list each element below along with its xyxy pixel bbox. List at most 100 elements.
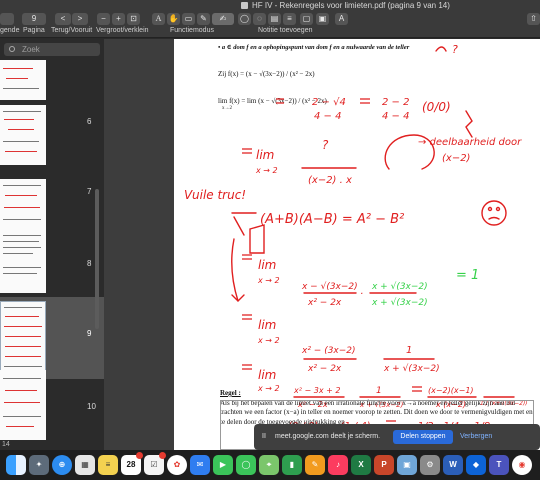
ink-eq-2 [360, 98, 370, 104]
nav-label: Terug/Vooruit [51, 27, 93, 34]
excel-icon[interactable]: X [351, 455, 371, 475]
zoom-label: Vergroot/verklein [96, 27, 149, 34]
hide-banner-button[interactable]: Verbergen [460, 424, 492, 450]
ink-stroke-corner [435, 46, 447, 52]
pencil-icon[interactable]: ✎ [197, 13, 210, 25]
ink-l1b: 4 − 4 [314, 111, 341, 122]
forward-button[interactable]: > [72, 13, 88, 25]
ink-r1cd: x + √(3x−2) [371, 297, 428, 308]
ink-deel: → deelbaarheid door [418, 137, 522, 148]
ink-eq-1 [276, 98, 284, 104]
pages-icon[interactable]: ✎ [305, 455, 325, 475]
page-number-6: 6 [87, 117, 92, 126]
page-number-field[interactable]: 9 [22, 13, 46, 25]
notes-icon[interactable]: ≡ [98, 455, 118, 475]
ink-lim-1: lim [256, 148, 274, 162]
text-select-button[interactable]: A [152, 13, 165, 25]
page-label: Pagina [23, 27, 45, 34]
zoom-out-button[interactable]: − [97, 13, 110, 25]
font-icon[interactable]: A [335, 13, 348, 25]
finder-icon[interactable] [6, 455, 26, 475]
ink-face-head [481, 200, 507, 226]
messages-icon[interactable]: ◯ [236, 455, 256, 475]
powerpoint-icon[interactable]: P [374, 455, 394, 475]
note-label: Notitie toevoegen [258, 27, 313, 34]
ink-r1n: x − √(3x−2) [301, 281, 358, 292]
thumbnail-page-8[interactable] [0, 227, 46, 293]
page-number-10: 10 [87, 402, 96, 411]
hand-tool-icon[interactable]: ✋ [167, 13, 180, 25]
toolbar: gende 9 Pagina < > Terug/Vooruit − + ⊡ V… [0, 11, 540, 38]
ink-x2-2: x → 2 [257, 276, 280, 285]
ink-face-eye-right [495, 206, 501, 212]
page-number-9: 9 [87, 329, 92, 338]
ink-eq-6 [242, 364, 252, 370]
ink-r1eq: = 1 [456, 268, 479, 283]
mode-dropdown[interactable]: ✍ [212, 13, 234, 25]
facetime-icon[interactable]: ▶ [213, 455, 233, 475]
ink-r1d: x² − 2x [307, 298, 342, 308]
stop-sharing-button[interactable]: Delen stoppen [393, 430, 453, 444]
ink-l1a: 2 − √4 [312, 97, 346, 108]
ink-l1c: 2 − 2 [382, 97, 409, 108]
sidebar-scrollbar[interactable] [95, 189, 99, 329]
window-titlebar: HF IV - Rekenregels voor limieten.pdf (p… [0, 0, 540, 11]
ink-long-arrow [231, 238, 239, 302]
ink-lim-4: lim [258, 368, 276, 382]
ink-stroke-bolt [465, 110, 473, 138]
photos-app-icon[interactable]: ✿ [167, 455, 187, 475]
speech-bubble-icon[interactable]: ◌ [253, 13, 266, 25]
ink-r2d: x² − 2x [307, 364, 342, 374]
zoom-in-button[interactable]: + [112, 13, 125, 25]
sidebar-search-input[interactable]: Zoek [4, 43, 100, 56]
ink-x2-1: x → 2 [255, 166, 278, 175]
thumbnail-page-10[interactable] [0, 370, 46, 440]
pdf-page: • a ∈ dom f en a ophopingspunt van dom f… [174, 39, 540, 450]
shape-icon[interactable]: ◯ [238, 13, 251, 25]
ink-r1mult: · [360, 289, 363, 300]
ink-lim-3: lim [258, 318, 276, 332]
thumbnail-page-6[interactable] [0, 105, 46, 165]
thumbnail-sidebar: Zoek 6 7 8 9 10 [0, 39, 104, 450]
ink-l1d: 4 − 4 [382, 111, 409, 122]
share-button[interactable]: ⇧ [527, 13, 540, 25]
rect-select-icon[interactable]: ▭ [182, 13, 195, 25]
pause-icon[interactable]: II [262, 424, 266, 450]
word-icon[interactable]: W [443, 455, 463, 475]
ink-l1e: (0/0) [422, 100, 451, 114]
page-count-status: 14 [0, 440, 104, 450]
note-icon[interactable]: ▤ [268, 13, 281, 25]
sidebar-toggle-button[interactable] [0, 13, 14, 25]
numbers-icon[interactable]: ▮ [282, 455, 302, 475]
ink-vuile: Vuile truc! [184, 188, 246, 202]
page-number-7: 7 [87, 187, 92, 196]
dropbox-icon[interactable]: ◆ [466, 455, 486, 475]
line-style-icon[interactable]: ≡ [283, 13, 296, 25]
teams-icon[interactable]: T [489, 455, 509, 475]
mode-label: Functiemodus [170, 27, 214, 34]
fill-color-icon[interactable]: ▣ [316, 13, 329, 25]
mail-icon[interactable]: ✉ [190, 455, 210, 475]
zoom-fit-button[interactable]: ⊡ [127, 13, 140, 25]
music-icon[interactable]: ♪ [328, 455, 348, 475]
maps-icon[interactable]: ⌖ [259, 455, 279, 475]
ink-topright: ? [452, 43, 458, 56]
ink-r2cn: 1 [406, 345, 412, 356]
ink-face-eye-left [487, 206, 493, 212]
ink-formula: (A+B)(A−B) = A² − B² [260, 212, 404, 227]
thumbnail-page-5[interactable] [0, 60, 46, 100]
preview-icon[interactable]: ▣ [397, 455, 417, 475]
safari-icon[interactable]: ⊕ [52, 455, 72, 475]
calendar-badge [136, 452, 143, 459]
border-color-icon[interactable]: ▢ [300, 13, 313, 25]
back-button[interactable]: < [55, 13, 71, 25]
ink-eq-3 [242, 148, 252, 154]
launchpad-icon[interactable]: ✦ [29, 455, 49, 475]
thumbnail-page-9[interactable] [0, 301, 46, 373]
chrome-icon[interactable]: ◉ [512, 455, 532, 475]
ink-eq-4 [242, 254, 252, 260]
search-placeholder: Zoek [22, 45, 40, 54]
settings-icon[interactable]: ⚙ [420, 455, 440, 475]
photos-icon[interactable]: ▦ [75, 455, 95, 475]
ink-face-mouth [488, 216, 500, 220]
